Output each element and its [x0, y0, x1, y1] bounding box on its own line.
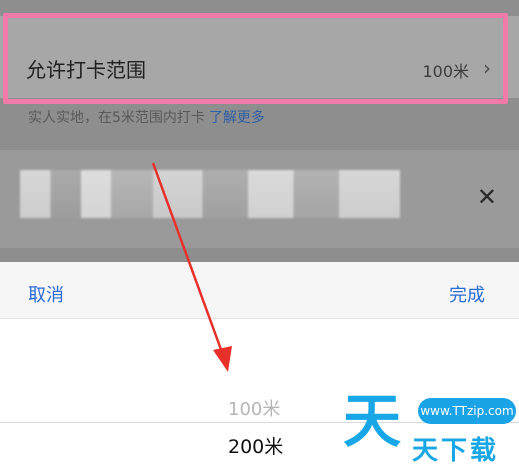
- learn-more-link[interactable]: 了解更多: [209, 110, 265, 126]
- cancel-button[interactable]: 取消: [28, 281, 64, 307]
- done-button[interactable]: 完成: [449, 281, 485, 307]
- picker-option-selected[interactable]: 200米: [228, 432, 283, 459]
- hint-text-row: 实人实地，在5米范围内打卡 了解更多: [28, 107, 265, 127]
- picker-toolbar: 取消 完成: [0, 262, 519, 319]
- highlight-frame: [3, 13, 508, 104]
- watermark-name: 天下载: [412, 436, 500, 466]
- dimmed-background: 允许打卡范围 100米 › 实人实地，在5米范围内打卡 了解更多 ✕: [0, 0, 519, 262]
- watermark-url: www.TTzip.com: [418, 398, 516, 424]
- picker-option[interactable]: 100米: [228, 395, 280, 421]
- close-icon[interactable]: ✕: [477, 185, 497, 209]
- blurred-content: [20, 170, 400, 218]
- blurred-card: [0, 150, 519, 248]
- hint-text: 实人实地，在5米范围内打卡: [28, 110, 205, 126]
- watermark-logo: 天: [343, 387, 402, 455]
